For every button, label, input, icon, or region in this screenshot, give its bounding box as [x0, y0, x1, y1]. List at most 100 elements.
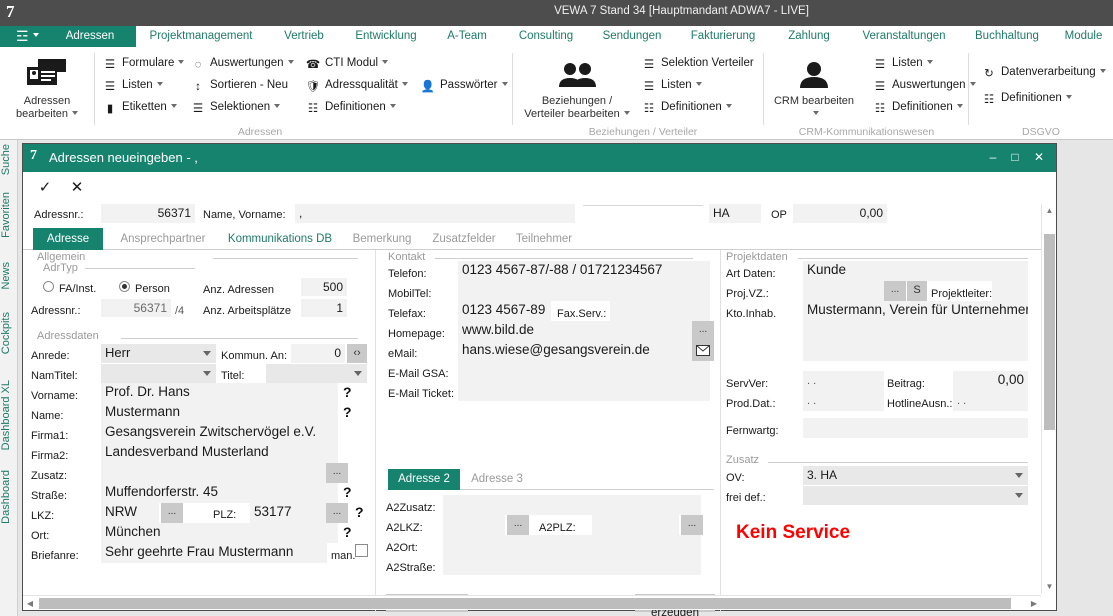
ribbon-item-datenverarbeitung[interactable]: ↻ Datenverarbeitung: [981, 63, 1106, 81]
lkz-dots-button[interactable]: ...: [161, 503, 183, 523]
plz-help-icon[interactable]: ?: [355, 504, 364, 520]
window-tab-kommunikations-db[interactable]: Kommunikations DB: [219, 228, 341, 250]
ribbon-tab-adressen[interactable]: Adressen: [44, 26, 136, 47]
ribbon-item-auswertungen-2[interactable]: ☰ Auswertungen: [872, 76, 976, 94]
namtitel-combo[interactable]: [101, 364, 216, 383]
ribbon-tab-a-team[interactable]: A-Team: [430, 26, 504, 47]
vertical-scroll-thumb[interactable]: [1044, 234, 1055, 430]
adressnr-form-value[interactable]: 56371: [101, 299, 171, 317]
zusatz-dots-button[interactable]: ...: [326, 463, 348, 483]
minimize-button[interactable]: –: [984, 149, 1002, 165]
firma2-value[interactable]: Landesverband Musterland: [101, 443, 338, 463]
crm-bearbeiten-button[interactable]: CRM bearbeiten: [766, 62, 862, 120]
ort-value[interactable]: München: [101, 523, 338, 543]
window-horizontal-scrollbar[interactable]: ◀ ▶: [23, 595, 1041, 610]
titel-combo[interactable]: [266, 364, 367, 383]
name-help-icon[interactable]: ?: [343, 404, 352, 420]
rail-item-news[interactable]: News: [0, 262, 18, 290]
a2lkz-value[interactable]: [443, 515, 505, 535]
scroll-left-arrow-icon[interactable]: ◀: [23, 596, 37, 611]
zusatz-value[interactable]: [101, 463, 326, 483]
window-tab-ansprechpartner[interactable]: Ansprechpartner: [109, 228, 217, 250]
telefax-value[interactable]: 0123 4567-89: [458, 301, 551, 321]
window-vertical-scrollbar[interactable]: ▲ ▼: [1041, 204, 1056, 594]
ribbon-tab-fakturierung[interactable]: Fakturierung: [676, 26, 770, 47]
briefanrede-value[interactable]: Sehr geehrte Frau Mustermann: [101, 543, 327, 563]
kto-inhab-value[interactable]: Mustermann, Verein für Unternehmer: [803, 301, 1028, 321]
beitrag-value[interactable]: 0,00: [953, 371, 1028, 391]
ov-combo[interactable]: 3. HA: [803, 466, 1028, 485]
kto-extra-1[interactable]: [803, 321, 1028, 341]
name-value[interactable]: Mustermann: [101, 403, 338, 423]
name-vorname-value[interactable]: ,: [295, 204, 575, 223]
radio-fa-inst[interactable]: [43, 281, 54, 292]
servver-value[interactable]: . .: [803, 371, 884, 391]
ribbon-tab-buchhaltung[interactable]: Buchhaltung: [960, 26, 1054, 47]
ribbon-item-formulare[interactable]: ☰ Formulare: [102, 54, 185, 72]
rail-item-suche[interactable]: Suche: [0, 144, 18, 175]
lkz-value[interactable]: NRW: [101, 503, 159, 523]
homepage-dots-button[interactable]: ...: [692, 321, 714, 341]
a2plz-value[interactable]: [592, 515, 679, 535]
ribbon-item-listen[interactable]: ☰ Listen: [102, 76, 163, 94]
firma1-value[interactable]: Gesangsverein Zwitschervögel e.V.: [101, 423, 338, 443]
email-value[interactable]: hans.wiese@gesangsverein.de: [458, 341, 692, 361]
cancel-x-icon[interactable]: ✕: [66, 178, 88, 198]
ribbon-item-adressqualitaet[interactable]: 🛡 Adressqualität: [305, 76, 408, 94]
anrede-combo[interactable]: Herr: [101, 344, 216, 363]
scroll-right-arrow-icon[interactable]: ▶: [1027, 596, 1041, 611]
beziehungen-verteiler-button[interactable]: Beziehungen / Verteiler bearbeiten: [521, 63, 633, 120]
chevron-down-icon[interactable]: [813, 110, 819, 115]
tab-adresse-3[interactable]: Adresse 3: [464, 469, 530, 490]
vorname-help-icon[interactable]: ?: [343, 384, 352, 400]
ribbon-item-selektionen[interactable]: ☰ Selektionen: [190, 98, 281, 116]
man-checkbox[interactable]: [355, 544, 368, 557]
a2plz-dots-button[interactable]: ...: [681, 515, 703, 535]
homepage-value[interactable]: www.bild.de: [458, 321, 692, 341]
art-daten-value[interactable]: Kunde: [803, 261, 1028, 281]
ribbon-item-cti-modul[interactable]: ☎ CTI Modul: [305, 54, 389, 72]
strasse-value[interactable]: Muffendorferstr. 45: [101, 483, 338, 503]
maximize-button[interactable]: □: [1006, 149, 1024, 165]
frei-def-combo[interactable]: [803, 486, 1028, 505]
proj-vz-value[interactable]: [803, 281, 884, 301]
envelope-icon[interactable]: [692, 341, 714, 361]
faxserv-value[interactable]: [610, 301, 710, 321]
kto-extra-2[interactable]: [803, 341, 1028, 361]
ribbon-item-etiketten[interactable]: ▮ Etiketten: [102, 98, 177, 116]
ribbon-item-sortieren-neu[interactable]: ↕ Sortieren - Neu: [190, 76, 288, 94]
tab-adresse-2[interactable]: Adresse 2: [388, 469, 460, 490]
plz-value[interactable]: 53177: [250, 503, 326, 523]
prod-dat-value[interactable]: . .: [803, 391, 884, 411]
menu-chevron-down-icon[interactable]: [33, 33, 39, 37]
telefon-value[interactable]: 0123 4567-87/-88 / 01721234567: [458, 261, 710, 281]
radio-person[interactable]: [119, 281, 130, 292]
window-tab-bemerkung[interactable]: Bemerkung: [341, 228, 423, 250]
window-tab-adresse[interactable]: Adresse: [33, 228, 103, 250]
a2ort-value[interactable]: [443, 535, 701, 555]
ribbon-tab-projektmanagement[interactable]: Projektmanagement: [136, 26, 266, 47]
ribbon-item-definitionen-3[interactable]: ☷ Definitionen: [872, 98, 963, 116]
scroll-up-arrow-icon[interactable]: ▲: [1042, 204, 1057, 218]
op-value[interactable]: 0,00: [793, 204, 887, 223]
rail-item-dashboard[interactable]: Dashboard: [0, 470, 18, 524]
email-gsa-value[interactable]: [458, 361, 710, 381]
ribbon-tab-sendungen[interactable]: Sendungen: [588, 26, 676, 47]
hotline-ausn-value[interactable]: . .: [953, 391, 1028, 411]
ribbon-item-selektion-verteiler[interactable]: ☰ Selektion Verteiler: [641, 54, 754, 72]
ribbon-item-definitionen-4[interactable]: ☷ Definitionen: [981, 89, 1072, 107]
a2strasse-value[interactable]: [443, 555, 701, 575]
rail-item-cockpits[interactable]: Cockpits: [0, 312, 18, 354]
adressen-bearbeiten-button[interactable]: Adressen bearbeiten: [8, 59, 86, 120]
mobiltel-value[interactable]: [458, 281, 710, 301]
ribbon-item-definitionen[interactable]: ☷ Definitionen: [305, 98, 396, 116]
chevron-down-icon[interactable]: [623, 110, 630, 115]
ha-field[interactable]: HA: [709, 204, 761, 223]
horizontal-scroll-thumb[interactable]: [39, 598, 1011, 609]
menu-icon[interactable]: ☲: [16, 28, 30, 44]
window-tab-zusatzfelder[interactable]: Zusatzfelder: [423, 228, 505, 250]
ribbon-item-auswertungen[interactable]: ◌ Auswertungen: [190, 54, 294, 72]
projektleiter-value[interactable]: [992, 281, 1028, 301]
ribbon-tab-zahlung[interactable]: Zahlung: [770, 26, 848, 47]
email-ticket-value[interactable]: [458, 381, 710, 401]
